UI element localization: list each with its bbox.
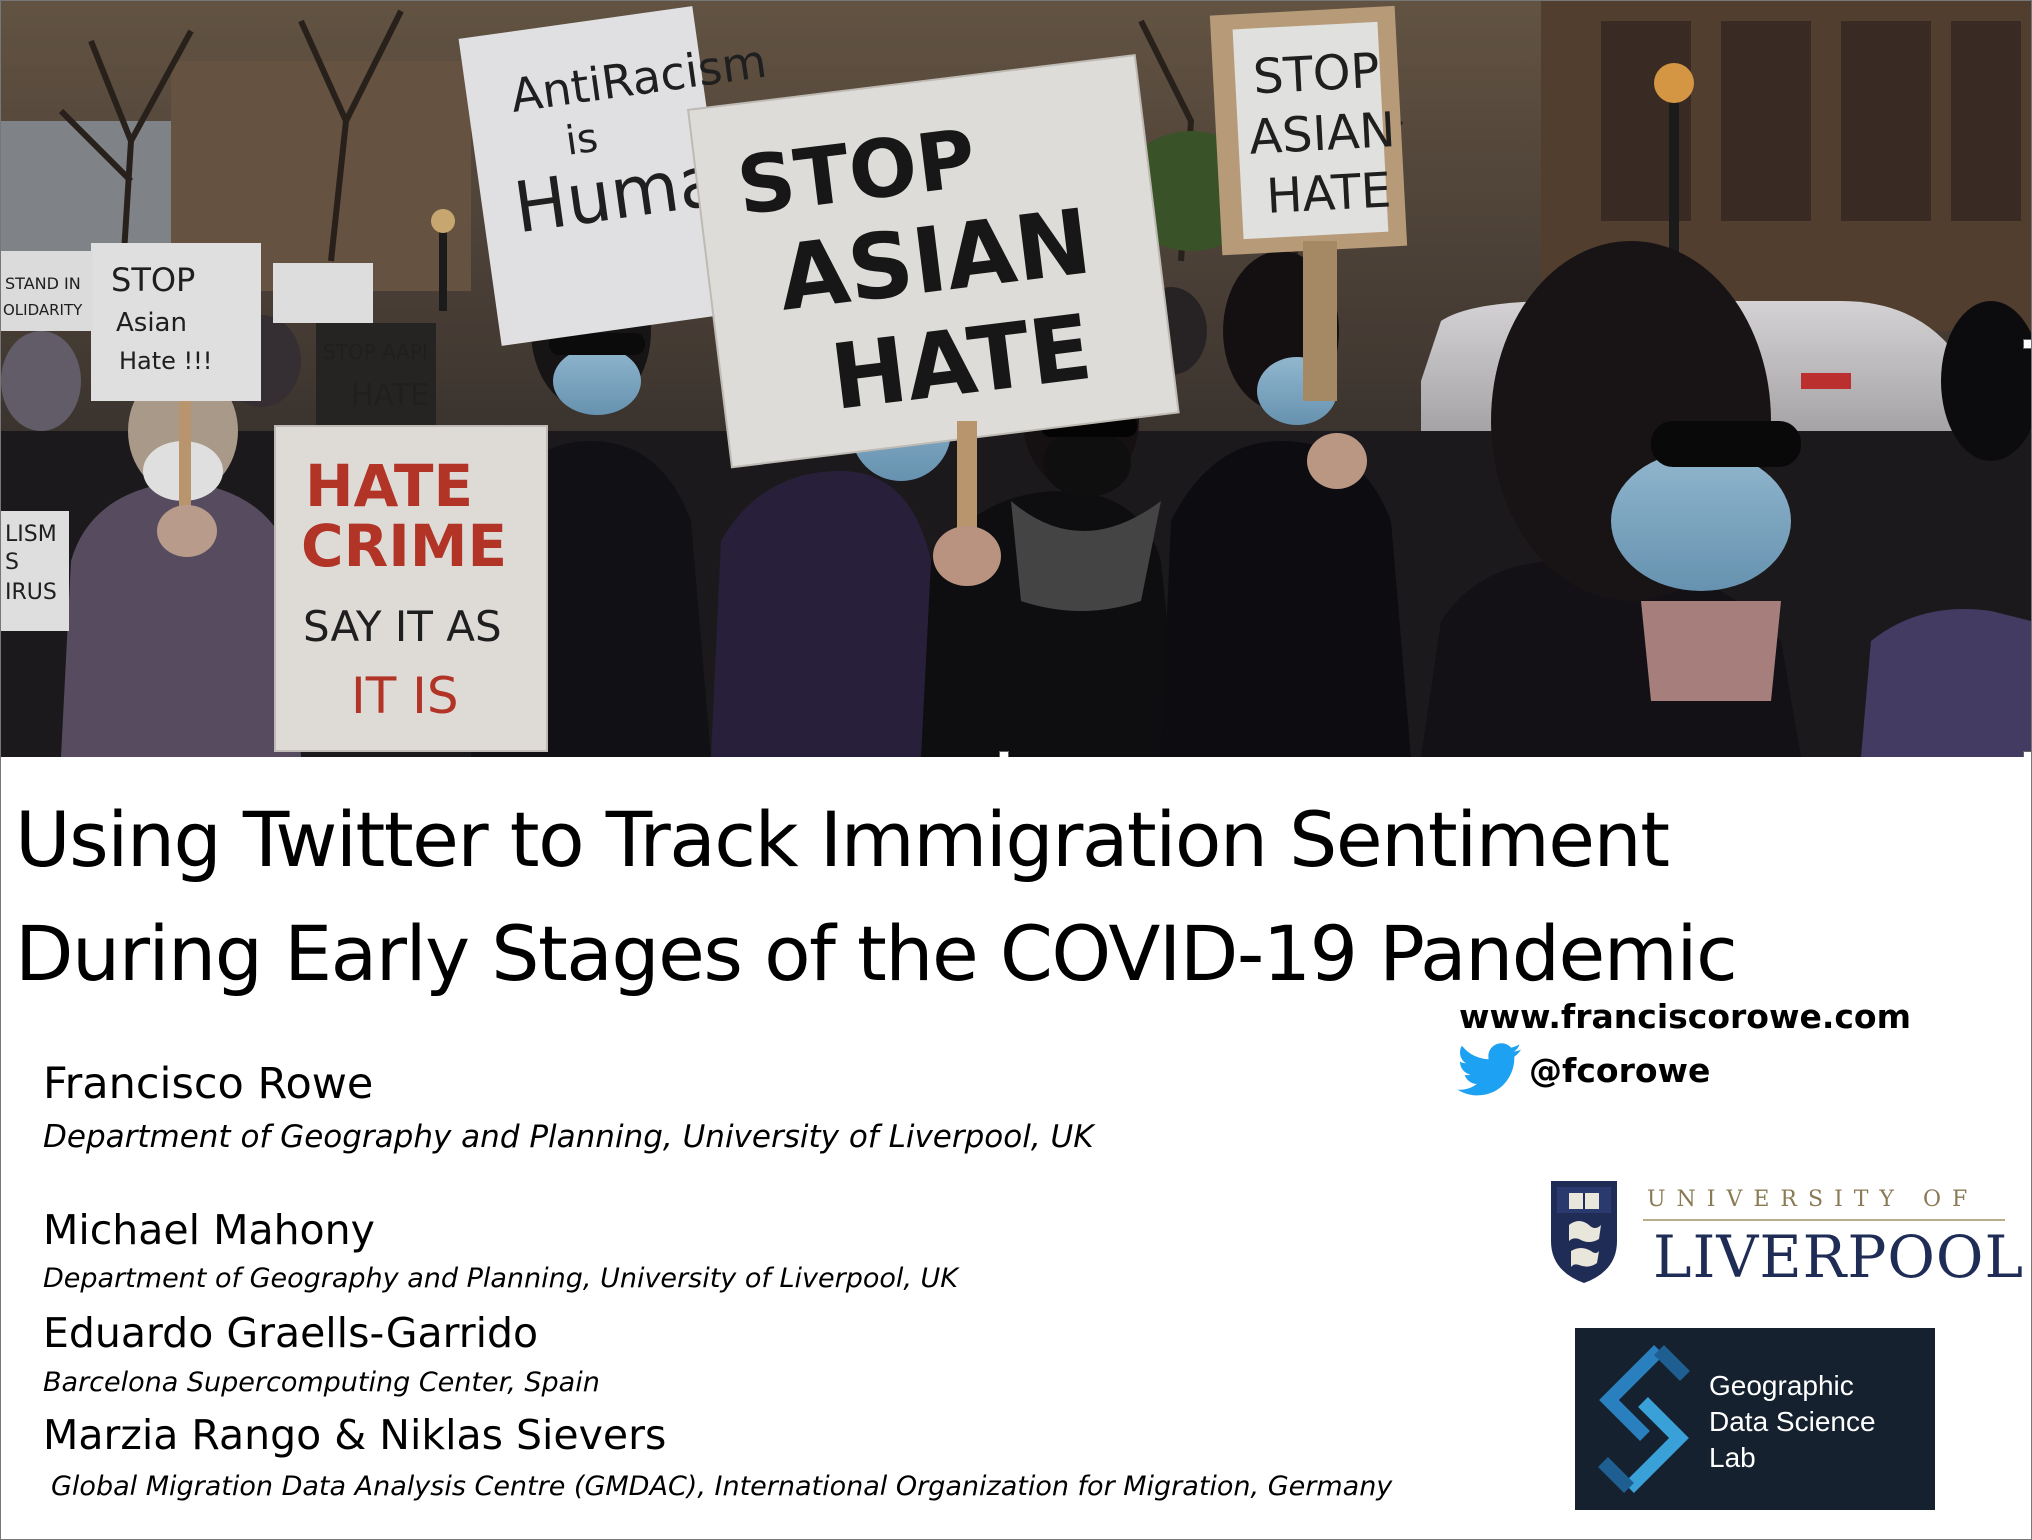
title-line-2: During Early Stages of the COVID-19 Pand… [15,909,1738,998]
author-affiliation: Barcelona Supercomputing Center, Spain [43,1367,600,1398]
crest-icon [1551,1181,1617,1283]
slide: AntiRacism is Humani STOP ASIAN HATE STO… [0,0,2032,1540]
author-affiliation: Global Migration Data Analysis Centre (G… [51,1471,1393,1502]
protest-photo: AntiRacism is Humani STOP ASIAN HATE STO… [1,1,2031,757]
twitter-handle-row[interactable]: @fcorowe [1457,1043,1710,1097]
website-link[interactable]: www.franciscorowe.com [1459,997,1911,1036]
selection-handle-right-top [2023,339,2031,349]
author-affiliation: Department of Geography and Planning, Un… [43,1263,959,1294]
gds-lab-line: Data Science [1709,1406,1876,1437]
liverpool-text: LIVERPOOL [1653,1223,2024,1291]
author-name: Michael Mahony [43,1206,375,1254]
gds-lab-line: Lab [1709,1442,1756,1473]
twitter-handle: @fcorowe [1529,1050,1711,1090]
university-of-liverpool-logo: UNIVERSITY OF LIVERPOOL [1547,1179,2023,1291]
selection-handle-right-bottom [2023,751,2031,757]
author-name: Marzia Rango & Niklas Sievers [43,1411,667,1459]
university-divider [1643,1219,2005,1221]
gds-lab-name: Geographic Data Science Lab [1709,1368,1876,1476]
selection-handle-bottom [999,751,1009,757]
university-of-text: UNIVERSITY OF [1647,1187,1979,1212]
author-name: Francisco Rowe [43,1059,374,1109]
slide-title: Using Twitter to Track Immigration Senti… [15,783,2005,1011]
twitter-bird-icon [1457,1043,1522,1096]
gds-lab-mark-icon [1598,1345,1690,1493]
gds-lab-line: Geographic [1709,1370,1854,1401]
title-line-1: Using Twitter to Track Immigration Senti… [15,795,1670,884]
author-affiliation: Department of Geography and Planning, Un… [43,1119,1094,1155]
geographic-data-science-lab-logo: Geographic Data Science Lab [1575,1328,1935,1510]
author-name: Eduardo Graells-Garrido [43,1309,539,1357]
